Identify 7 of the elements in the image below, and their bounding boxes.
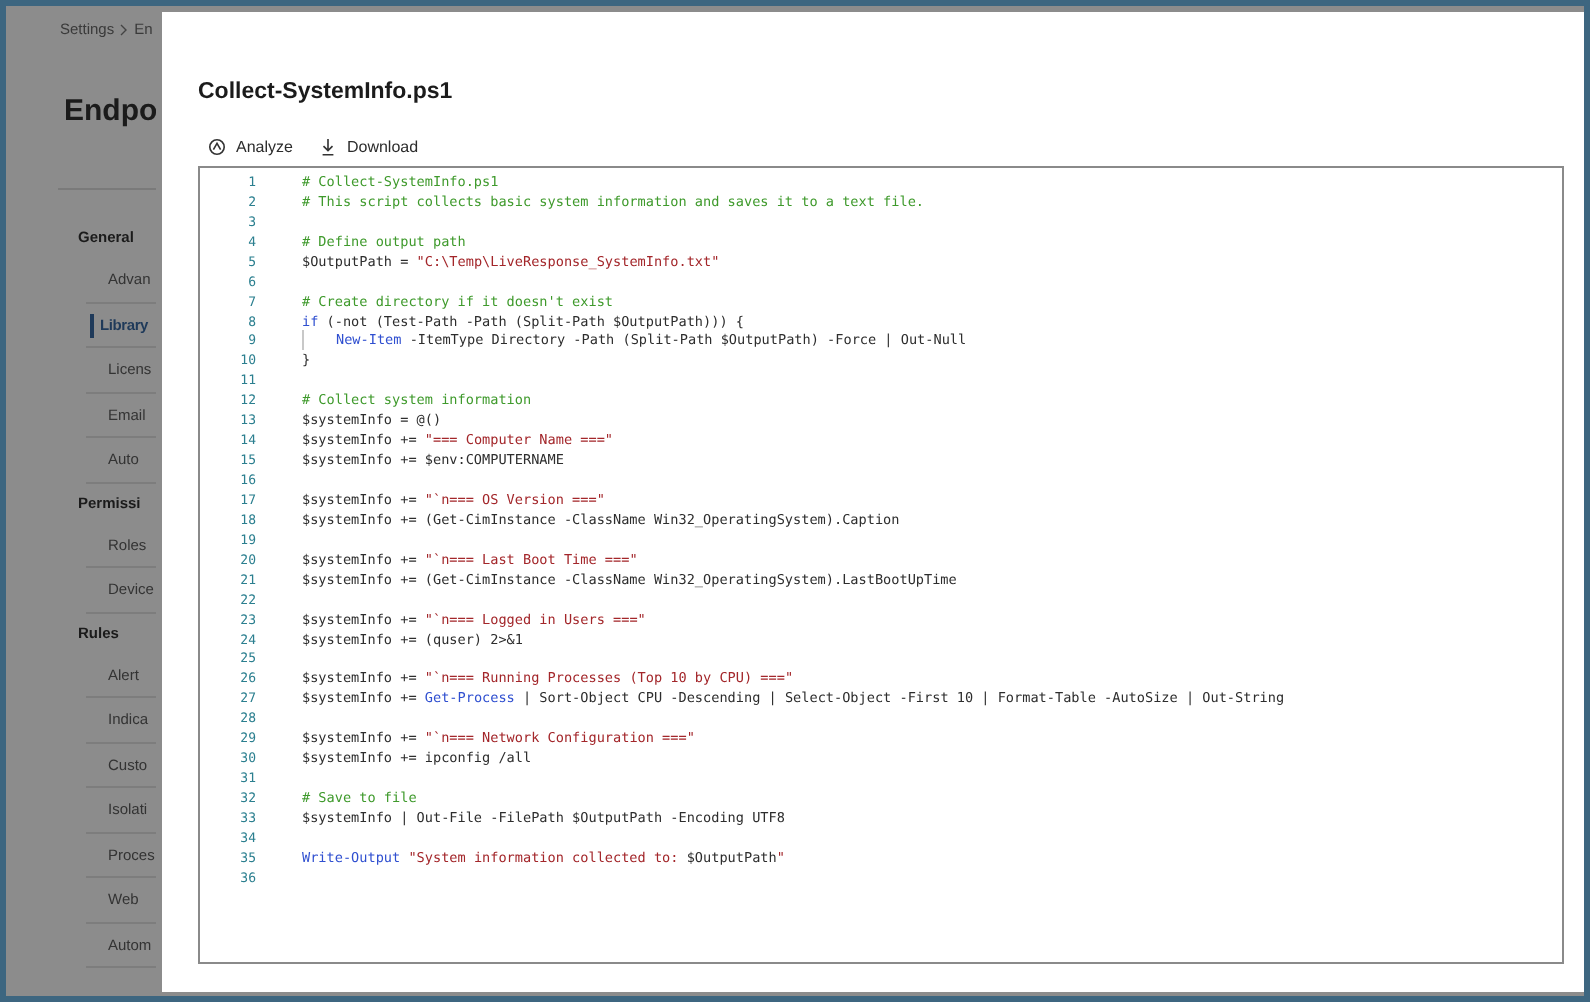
panel-title: Collect-SystemInfo.ps1 (198, 78, 455, 104)
download-button[interactable]: Download (320, 138, 419, 156)
analyze-icon (208, 138, 226, 156)
analyze-button[interactable]: Analyze (208, 138, 293, 156)
download-icon (320, 138, 337, 156)
page-title: Endpo (62, 92, 156, 128)
chevron-icon (120, 23, 129, 35)
